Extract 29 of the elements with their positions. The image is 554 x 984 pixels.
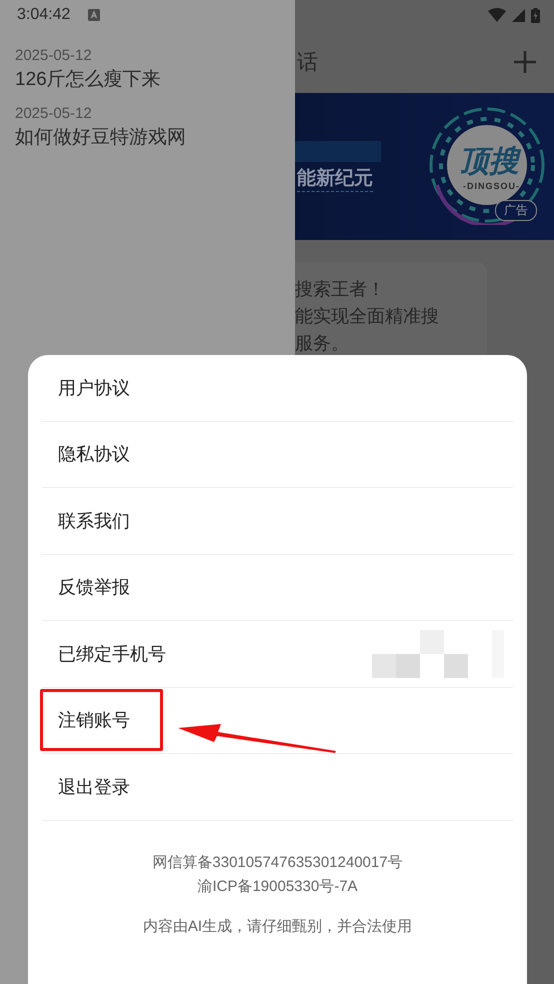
keyboard-notification-icon — [88, 9, 100, 21]
message-line: 服务。 — [295, 332, 350, 355]
history-date: 2025-05-12 — [15, 104, 93, 124]
message-line: 能实现全面精准搜 — [295, 305, 440, 328]
logo-text: 顶搜 — [459, 141, 519, 182]
menu-item[interactable]: 已绑定手机号 — [58, 642, 166, 666]
plus-icon[interactable] — [513, 50, 537, 74]
ad-banner[interactable]: 能新纪元 顶搜 -DINGSOU- 广告 — [295, 93, 554, 240]
history-date: 2025-05-12 — [15, 46, 93, 66]
menu-item[interactable]: 隐私协议 — [58, 442, 130, 466]
history-item[interactable]: 126斤怎么瘦下来 — [15, 66, 280, 94]
wifi-icon — [488, 8, 506, 22]
banner-headline: 能新纪元 — [297, 165, 373, 192]
signal-icon — [512, 8, 525, 22]
battery-icon — [531, 8, 540, 22]
logo-subtext: -DINGSOU- — [463, 181, 520, 191]
menu-item[interactable]: 用户协议 — [58, 376, 130, 400]
menu-item[interactable]: 注销账号 — [58, 708, 130, 732]
page-title: 话 — [297, 50, 318, 76]
status-time: 3:04:42 — [17, 6, 70, 24]
ad-badge: 广告 — [495, 200, 537, 221]
menu-item[interactable]: 反馈举报 — [58, 575, 130, 600]
footer-text: 渝ICP备19005330号-7A — [197, 876, 358, 896]
menu-item[interactable]: 联系我们 — [58, 508, 130, 533]
menu-item[interactable]: 退出登录 — [58, 774, 130, 799]
footer-text: 网信算备330105747635301240017号 — [152, 852, 403, 872]
message-line: 搜索王者！ — [295, 278, 386, 301]
footer-text: 内容由AI生成，请仔细甄别，并合法使用 — [142, 916, 412, 936]
history-item[interactable]: 如何做好豆特游戏网 — [15, 124, 280, 152]
